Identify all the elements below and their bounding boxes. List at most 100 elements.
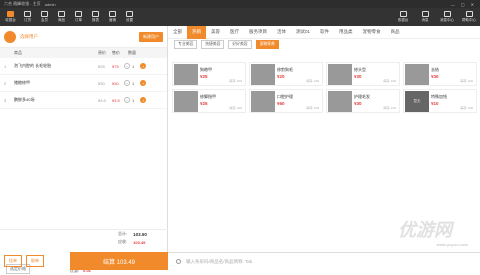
toolbar-label: 消息 — [421, 18, 429, 22]
product-card[interactable]: 去结 ¥30 库存: 100 — [403, 62, 477, 86]
increase-qty-button[interactable]: + — [140, 63, 147, 69]
product-name: 狗粮甲 — [200, 67, 212, 72]
category-tab[interactable]: 医疗 — [225, 26, 244, 39]
product-card[interactable]: 狗粮甲 ¥25 库存: 100 — [172, 62, 246, 86]
minimize-button[interactable]: — — [451, 2, 455, 7]
table-row[interactable]: 3 鹏鲜多40场 ¥3.5 ¥3.5−1 + — [0, 92, 167, 109]
order-icon — [75, 11, 82, 17]
toolbar-goods-button[interactable]: 商品 — [53, 8, 70, 26]
qty-value: 1 — [132, 80, 135, 86]
add-user-button[interactable]: 新建用户 — [139, 31, 163, 42]
product-stock: 库存: 100 — [229, 106, 242, 110]
product-name: 口腔护理 — [277, 94, 293, 99]
toolbar-cart-button[interactable]: 订货 — [19, 8, 36, 26]
select-user-link[interactable]: 选择用户 — [20, 34, 38, 40]
table-row[interactable]: 1 泡飞内腔的 长毛轮胎 ¥25 ¥75−1 + — [0, 58, 167, 75]
increase-qty-button[interactable]: + — [140, 80, 147, 86]
toolbar-label: 会员 — [41, 18, 48, 22]
category-tab[interactable]: 服务项目 — [244, 26, 272, 39]
product-card[interactable]: 口腔护理 ¥60 库存: 100 — [249, 89, 323, 113]
product-name: 去结 — [431, 67, 439, 72]
decrease-qty-button[interactable]: − — [124, 63, 130, 69]
decrease-qty-button[interactable]: − — [124, 80, 130, 86]
bell-icon — [421, 11, 429, 17]
search-icon — [176, 259, 181, 264]
hold-order-button[interactable]: 挂单 — [4, 255, 22, 267]
product-card[interactable]: 暂无 特殊加钱 ¥10 库存: 100 — [403, 89, 477, 113]
category-tabs: 全部 热销 美容 医疗 服务项目 活体 测试01 软件 用品类 宠物零食 商品 — [168, 25, 480, 39]
product-card[interactable]: 修头型 ¥30 库存: 100 — [326, 62, 400, 86]
item-name: 泡飞内腔的 长毛轮胎 — [14, 63, 52, 68]
toolbar-help-button[interactable]: 帮助中心 — [458, 8, 480, 26]
toolbar-label: 营销 — [109, 18, 116, 22]
product-price: ¥30 — [354, 74, 362, 79]
toolbar-cashier-button[interactable]: 收银台 — [392, 8, 414, 26]
toolbar-order-button[interactable]: 订单 — [70, 8, 87, 26]
table-row[interactable]: 2 猪粮修甲 ¥30 ¥30−1 + — [0, 75, 167, 92]
restore-button[interactable]: ▢ — [461, 2, 465, 7]
total-value: 103.50 — [133, 231, 147, 237]
increase-qty-button[interactable]: + — [140, 97, 147, 103]
main-toolbar: 收银台 订货 会员 商品 订单 报表 营销 设置 收银台 消息 消息中心 帮助中心 — [0, 8, 480, 26]
toolbar-label: 帮助中心 — [462, 18, 476, 22]
product-image — [251, 91, 275, 112]
toolbar-message-button[interactable]: 消息中心 — [436, 8, 458, 26]
checkout-button[interactable]: 结算 103.49 — [70, 252, 168, 270]
product-stock: 库存: 100 — [383, 79, 396, 83]
col-original: 原价 — [98, 50, 106, 55]
item-name: 鹏鲜多40场 — [14, 97, 35, 102]
category-tab[interactable]: 美容 — [206, 26, 225, 39]
subcategory-tab[interactable]: 专业美容 — [174, 40, 198, 49]
cart-panel: 选择用户 新建用户 商品 原价 售价 数量 1 泡飞内腔的 长毛轮胎 ¥25 ¥75−… — [0, 26, 168, 274]
category-tab[interactable]: 宠物零食 — [358, 26, 386, 39]
product-image — [405, 64, 429, 85]
search-input[interactable]: 输入条形码/商品名/商品简称: Tab — [186, 259, 252, 265]
product-price: ¥10 — [431, 101, 439, 106]
toolbar-marketing-button[interactable]: 营销 — [104, 8, 121, 26]
goods-icon — [58, 11, 65, 17]
category-tab[interactable]: 活体 — [272, 26, 291, 39]
toolbar-member-button[interactable]: 会员 — [36, 8, 53, 26]
product-card[interactable]: 修脚指甲 ¥25 库存: 100 — [172, 89, 246, 113]
subcategory-tab[interactable]: 宠物寄养 — [255, 40, 279, 49]
toolbar-register-button[interactable]: 收银台 — [2, 8, 19, 26]
product-card[interactable]: 修剪狗毛 ¥20 库存: 100 — [249, 62, 323, 86]
receivable-label: 应收: — [118, 239, 128, 244]
row-index: 2 — [4, 80, 7, 86]
category-tab[interactable]: 用品类 — [334, 26, 358, 39]
qty-value: 1 — [132, 63, 135, 69]
product-stock: 库存: 100 — [306, 79, 319, 83]
product-name: 修剪狗毛 — [277, 67, 293, 72]
app-title: 六合 随峰收银 - 主页 — [4, 1, 41, 6]
avatar[interactable] — [4, 30, 16, 43]
product-stock: 库存: 100 — [383, 106, 396, 110]
product-stock: 库存: 100 — [229, 79, 242, 83]
product-price: ¥25 — [200, 74, 208, 79]
subcategory-tabs: 专业美容 快捷美容 好好美容 宠物寄养 — [168, 39, 480, 50]
account-name: admin — [44, 1, 56, 7]
category-tab[interactable]: 商品 — [386, 26, 405, 39]
category-tab[interactable]: 软件 — [315, 26, 334, 39]
no-image-placeholder: 暂无 — [405, 91, 429, 112]
toolbar-bell-button[interactable]: 消息 — [414, 8, 436, 26]
close-button[interactable]: ✕ — [471, 2, 474, 7]
category-tab[interactable]: 热销 — [187, 25, 206, 39]
toolbar-report-button[interactable]: 报表 — [87, 8, 104, 26]
watermark: 优游网 www.yoyou.com — [398, 216, 468, 256]
retrieve-order-button[interactable]: 取单 — [26, 255, 44, 267]
decrease-qty-button[interactable]: − — [124, 97, 130, 103]
qty-value: 1 — [132, 97, 135, 103]
product-image — [328, 64, 352, 85]
product-pane: 全部 热销 美容 医疗 服务项目 活体 测试01 软件 用品类 宠物零食 商品 专业美容 快捷美容 好好… — [168, 25, 480, 270]
category-tab[interactable]: 全部 — [168, 26, 187, 39]
cart-rows: 1 泡飞内腔的 长毛轮胎 ¥25 ¥75−1 +2 猪粮修甲 ¥30 ¥30−1 +3 鹏鲜多40… — [0, 58, 167, 109]
col-price: 售价 — [112, 50, 120, 55]
subcategory-tab[interactable]: 好好美容 — [228, 40, 252, 49]
cashier-icon — [399, 11, 407, 17]
category-tab[interactable]: 测试01 — [291, 26, 315, 39]
subcategory-tab[interactable]: 快捷美容 — [201, 40, 225, 49]
product-card[interactable]: 护理毛发 ¥30 库存: 100 — [326, 89, 400, 113]
toolbar-label: 订单 — [75, 18, 82, 22]
toolbar-settings-button[interactable]: 设置 — [121, 8, 138, 26]
help-icon — [465, 11, 473, 17]
